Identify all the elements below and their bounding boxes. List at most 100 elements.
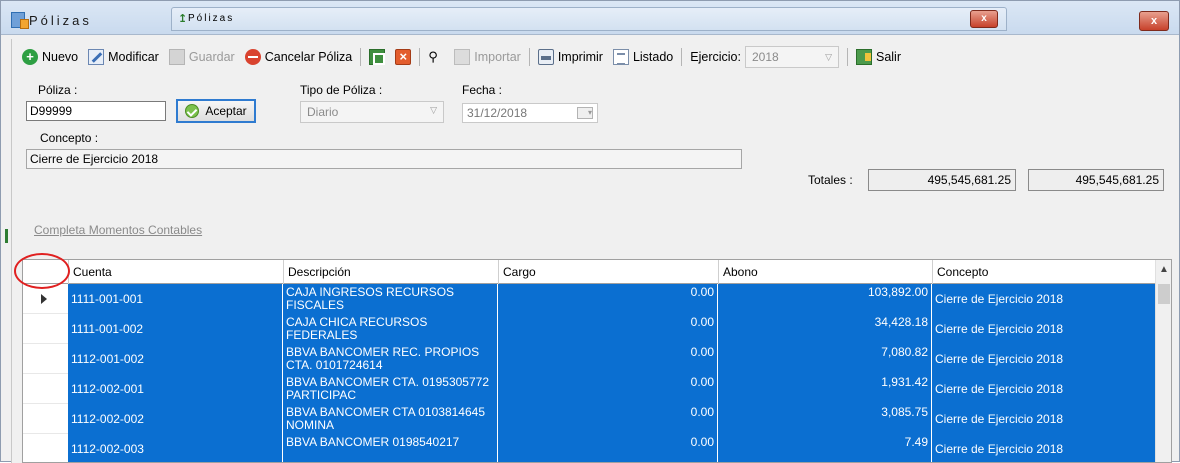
poliza-label: Póliza : — [38, 83, 78, 97]
cell-cargo[interactable]: 0.00 — [498, 344, 718, 374]
cell-abono[interactable]: 3,085.75 — [718, 404, 932, 434]
table-row[interactable]: 1111-001-001 CAJA INGRESOS RECURSOS FISC… — [68, 284, 1157, 314]
highlight-annotation — [14, 253, 70, 289]
listado-button[interactable]: Listado — [609, 45, 677, 69]
cell-abono[interactable]: 7.49 — [718, 434, 932, 462]
delete-button[interactable]: × — [391, 45, 415, 69]
poliza-input[interactable]: D99999 — [26, 101, 166, 121]
current-row-arrow-icon — [41, 294, 47, 304]
guardar-label: Guardar — [188, 50, 235, 64]
nuevo-button[interactable]: + Nuevo — [18, 45, 82, 69]
fecha-input[interactable]: 31/12/2018 ▾ — [462, 103, 598, 123]
toolbar-separator — [360, 48, 362, 66]
cancelar-poliza-button[interactable]: Cancelar Póliza — [241, 45, 357, 69]
cell-cargo[interactable]: 0.00 — [498, 284, 718, 314]
column-header-cargo[interactable]: Cargo — [499, 260, 719, 284]
cell-cuenta[interactable]: 1112-002-001 — [68, 374, 283, 404]
table-row[interactable]: 1112-002-001 BBVA BANCOMER CTA. 01953057… — [68, 374, 1157, 404]
importar-button[interactable]: Importar — [450, 45, 525, 69]
row-header[interactable] — [23, 314, 68, 344]
cell-concepto[interactable]: Cierre de Ejercicio 2018 — [932, 344, 1157, 374]
cell-abono[interactable]: 1,931.42 — [718, 374, 932, 404]
row-header[interactable] — [23, 404, 68, 434]
row-headers — [23, 284, 68, 462]
outer-close-button[interactable]: x — [1139, 11, 1169, 31]
toolbar-separator — [528, 48, 530, 66]
cell-concepto[interactable]: Cierre de Ejercicio 2018 — [932, 314, 1157, 344]
cell-descripcion[interactable]: BBVA BANCOMER REC. PROPIOS CTA. 01017246… — [283, 344, 498, 374]
list-icon — [612, 49, 629, 65]
total-cargo-field: 495,545,681.25 — [868, 169, 1016, 191]
grid-header: Cuenta Descripción Cargo Abono Concepto — [23, 260, 1157, 284]
scroll-thumb[interactable] — [1158, 284, 1170, 304]
cell-concepto[interactable]: Cierre de Ejercicio 2018 — [932, 434, 1157, 462]
column-header-abono[interactable]: Abono — [719, 260, 933, 284]
table-row[interactable]: 1112-001-002 BBVA BANCOMER REC. PROPIOS … — [68, 344, 1157, 374]
cell-cuenta[interactable]: 1111-001-002 — [68, 314, 283, 344]
aceptar-label: Aceptar — [205, 104, 247, 118]
fecha-label: Fecha : — [462, 83, 503, 97]
cell-cargo[interactable]: 0.00 — [498, 374, 718, 404]
modificar-button[interactable]: Modificar — [84, 45, 163, 69]
cell-cuenta[interactable]: 1111-001-001 — [68, 284, 283, 314]
salir-button[interactable]: Salir — [852, 45, 905, 69]
calendar-icon[interactable]: ▾ — [577, 107, 593, 119]
row-header[interactable] — [23, 374, 68, 404]
inner-window-title: Pólizas — [188, 13, 235, 24]
tipo-poliza-label: Tipo de Póliza : — [300, 83, 383, 97]
cell-descripcion[interactable]: BBVA BANCOMER 0198540217 — [283, 434, 498, 462]
aceptar-button[interactable]: Aceptar — [176, 99, 256, 123]
totales-label: Totales : — [808, 173, 853, 187]
cancelar-label: Cancelar Póliza — [264, 50, 353, 64]
tipo-poliza-select[interactable]: Diario ▽ — [300, 101, 444, 123]
ejercicio-label: Ejercicio: — [690, 50, 741, 64]
toolbar-separator — [846, 48, 848, 66]
outer-window-title: Pólizas — [29, 13, 92, 28]
column-header-descripcion[interactable]: Descripción — [284, 260, 499, 284]
concepto-label: Concepto : — [40, 131, 99, 145]
chevron-down-icon: ▽ — [430, 105, 437, 115]
guardar-button[interactable]: Guardar — [165, 45, 239, 69]
row-header[interactable] — [23, 344, 68, 374]
cell-descripcion[interactable]: CAJA CHICA RECURSOS FEDERALES — [283, 314, 498, 344]
toolbar-separator — [681, 48, 683, 66]
export-button[interactable] — [365, 45, 389, 69]
row-header[interactable] — [23, 434, 68, 462]
grid-rows: 1111-001-001 CAJA INGRESOS RECURSOS FISC… — [68, 284, 1157, 462]
ejercicio-select[interactable]: 2018 ▽ — [744, 46, 839, 68]
edit-icon — [88, 49, 105, 65]
completa-momentos-link[interactable]: Completa Momentos Contables — [34, 223, 202, 237]
inner-close-button[interactable]: x — [970, 10, 998, 28]
concepto-input[interactable]: Cierre de Ejercicio 2018 — [26, 149, 742, 169]
cell-concepto[interactable]: Cierre de Ejercicio 2018 — [932, 374, 1157, 404]
cell-cargo[interactable]: 0.00 — [498, 314, 718, 344]
listado-label: Listado — [632, 50, 674, 64]
column-header-concepto[interactable]: Concepto — [933, 260, 1157, 284]
cell-descripcion[interactable]: CAJA INGRESOS RECURSOS FISCALES — [283, 284, 498, 314]
table-row[interactable]: 1111-001-002 CAJA CHICA RECURSOS FEDERAL… — [68, 314, 1157, 344]
cell-descripcion[interactable]: BBVA BANCOMER CTA 0103814645 NOMINA — [283, 404, 498, 434]
cell-concepto[interactable]: Cierre de Ejercicio 2018 — [932, 404, 1157, 434]
table-row[interactable]: 1112-002-003 BBVA BANCOMER 0198540217 0.… — [68, 434, 1157, 462]
cell-cargo[interactable]: 0.00 — [498, 434, 718, 462]
find-button[interactable]: ⚲ — [424, 45, 448, 69]
column-header-cuenta[interactable]: Cuenta — [69, 260, 284, 284]
imprimir-button[interactable]: Imprimir — [534, 45, 607, 69]
cell-abono[interactable]: 7,080.82 — [718, 344, 932, 374]
cell-cuenta[interactable]: 1112-002-003 — [68, 434, 283, 462]
cell-descripcion[interactable]: BBVA BANCOMER CTA. 0195305772 PARTICIPAC — [283, 374, 498, 404]
cell-cuenta[interactable]: 1112-001-002 — [68, 344, 283, 374]
cell-concepto[interactable]: Cierre de Ejercicio 2018 — [932, 284, 1157, 314]
cell-abono[interactable]: 103,892.00 — [718, 284, 932, 314]
cell-cargo[interactable]: 0.00 — [498, 404, 718, 434]
plus-icon: + — [22, 49, 38, 65]
printer-icon — [537, 49, 554, 65]
export-icon — [369, 49, 386, 65]
vertical-scrollbar[interactable]: ▲ — [1155, 260, 1171, 462]
scroll-up-icon[interactable]: ▲ — [1159, 264, 1169, 275]
cell-abono[interactable]: 34,428.18 — [718, 314, 932, 344]
imprimir-label: Imprimir — [557, 50, 603, 64]
table-row[interactable]: 1112-002-002 BBVA BANCOMER CTA 010381464… — [68, 404, 1157, 434]
cell-cuenta[interactable]: 1112-002-002 — [68, 404, 283, 434]
toolbar-separator — [419, 48, 421, 66]
